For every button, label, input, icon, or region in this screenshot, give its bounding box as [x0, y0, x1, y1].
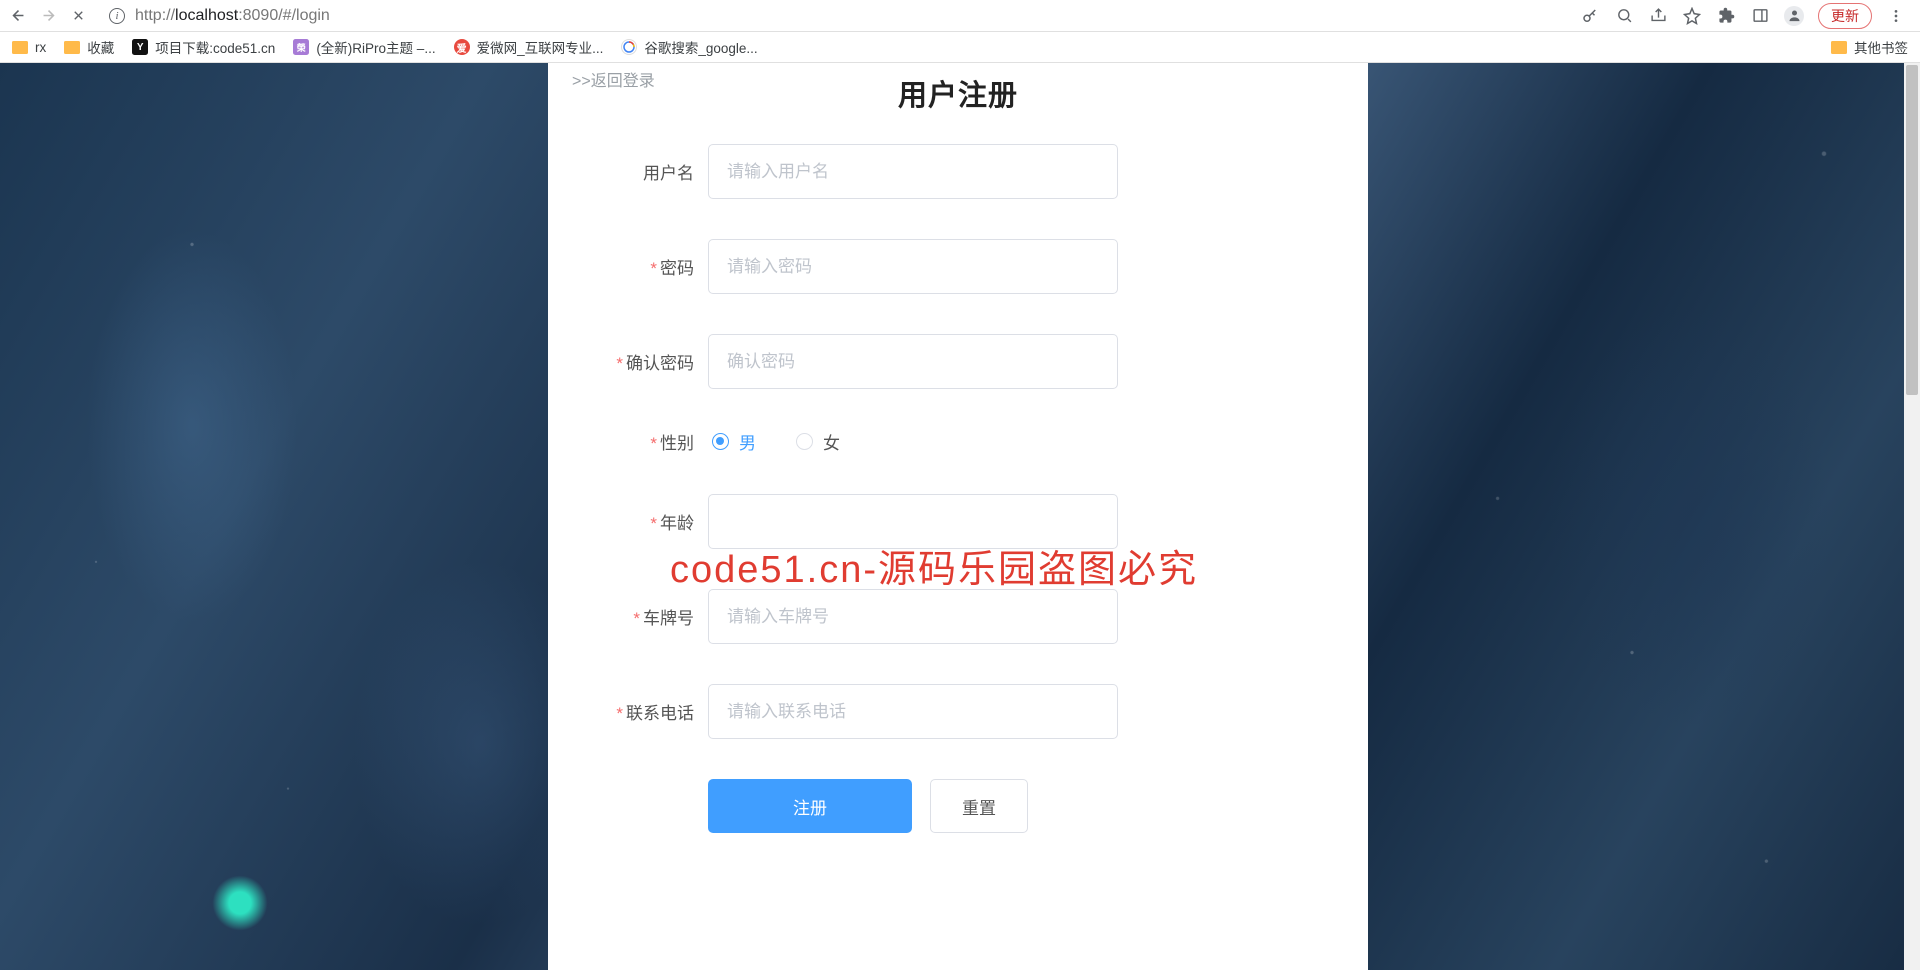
bookmarks-bar: rx 收藏 Y 项目下载:code51.cn 榮 (全新)RiPro主题 –..…: [0, 32, 1920, 63]
bookmark-label: (全新)RiPro主题 –...: [316, 37, 435, 57]
username-input[interactable]: [708, 144, 1118, 199]
label-gender: *性别: [578, 429, 708, 454]
bookmark-label: 项目下载:code51.cn: [155, 37, 275, 57]
gender-radio-group: 男 女: [708, 429, 840, 454]
plate-input[interactable]: [708, 589, 1118, 644]
radio-label-female: 女: [823, 429, 840, 454]
bookmark-collect[interactable]: 收藏: [64, 37, 114, 57]
password-input[interactable]: [708, 239, 1118, 294]
toolbar-right: 更新: [1580, 3, 1912, 29]
label-confirm-password: *确认密码: [578, 349, 708, 374]
row-gender: *性别 男 女: [578, 429, 1338, 454]
row-phone: *联系电话: [578, 684, 1338, 739]
radio-label-male: 男: [739, 429, 756, 454]
radio-female[interactable]: 女: [796, 429, 840, 454]
sidepanel-icon[interactable]: [1750, 6, 1770, 26]
bookmark-aiwei[interactable]: 爱 爱微网_互联网专业...: [454, 37, 604, 57]
favicon-icon: [621, 39, 637, 55]
stop-button[interactable]: [68, 6, 88, 26]
folder-icon: [12, 41, 28, 54]
favicon-icon: 榮: [293, 39, 309, 55]
radio-male[interactable]: 男: [712, 429, 756, 454]
bookmark-label: 其他书签: [1854, 37, 1908, 57]
bookmark-rx[interactable]: rx: [12, 40, 46, 55]
folder-icon: [64, 41, 80, 54]
radio-icon: [712, 433, 729, 450]
update-button[interactable]: 更新: [1818, 3, 1872, 29]
row-plate: *车牌号: [578, 589, 1338, 644]
row-password: *密码: [578, 239, 1338, 294]
radio-icon: [796, 433, 813, 450]
confirm-password-input[interactable]: [708, 334, 1118, 389]
label-age: *年龄: [578, 509, 708, 534]
register-button[interactable]: 注册: [708, 779, 912, 833]
info-icon: i: [109, 8, 125, 24]
page-area: >>返回登录 用户注册 用户名 *密码 *确认密码 *性别 男 女: [0, 63, 1920, 970]
bookmark-label: rx: [35, 40, 46, 55]
favicon-icon: Y: [132, 39, 148, 55]
forward-button[interactable]: [38, 6, 58, 26]
bookmark-ripro[interactable]: 榮 (全新)RiPro主题 –...: [293, 37, 435, 57]
zoom-icon[interactable]: [1614, 6, 1634, 26]
label-plate: *车牌号: [578, 604, 708, 629]
key-icon[interactable]: [1580, 6, 1600, 26]
scrollbar-thumb[interactable]: [1906, 65, 1918, 395]
phone-input[interactable]: [708, 684, 1118, 739]
share-icon[interactable]: [1648, 6, 1668, 26]
menu-icon[interactable]: [1886, 6, 1906, 26]
extensions-icon[interactable]: [1716, 6, 1736, 26]
row-age: *年龄: [578, 494, 1338, 549]
scrollbar[interactable]: [1904, 63, 1920, 970]
label-username: 用户名: [578, 159, 708, 184]
back-button[interactable]: [8, 6, 28, 26]
browser-toolbar: i http://localhost:8090/#/login 更新: [0, 0, 1920, 32]
label-phone: *联系电话: [578, 699, 708, 724]
row-username: 用户名: [578, 144, 1338, 199]
folder-icon: [1831, 41, 1847, 54]
profile-icon[interactable]: [1784, 6, 1804, 26]
register-card: >>返回登录 用户注册 用户名 *密码 *确认密码 *性别 男 女: [548, 63, 1368, 970]
button-row: 注册 重置: [708, 779, 1338, 833]
back-to-login-link[interactable]: >>返回登录: [572, 67, 655, 91]
bookmark-label: 收藏: [87, 37, 114, 57]
bookmarks-right: 其他书签: [1831, 37, 1908, 57]
bookmark-label: 谷歌搜索_google...: [644, 37, 757, 57]
row-confirm-password: *确认密码: [578, 334, 1338, 389]
url-bar[interactable]: i http://localhost:8090/#/login: [98, 3, 1498, 29]
reset-button[interactable]: 重置: [930, 779, 1028, 833]
form-title: 用户注册: [578, 72, 1338, 114]
bookmark-other[interactable]: 其他书签: [1831, 37, 1908, 57]
url-text: http://localhost:8090/#/login: [135, 7, 330, 25]
bookmark-google[interactable]: 谷歌搜索_google...: [621, 37, 757, 57]
bookmark-label: 爱微网_互联网专业...: [477, 37, 604, 57]
label-password: *密码: [578, 254, 708, 279]
favicon-icon: 爱: [454, 39, 470, 55]
bookmark-code51[interactable]: Y 项目下载:code51.cn: [132, 37, 275, 57]
star-icon[interactable]: [1682, 6, 1702, 26]
age-input[interactable]: [708, 494, 1118, 549]
